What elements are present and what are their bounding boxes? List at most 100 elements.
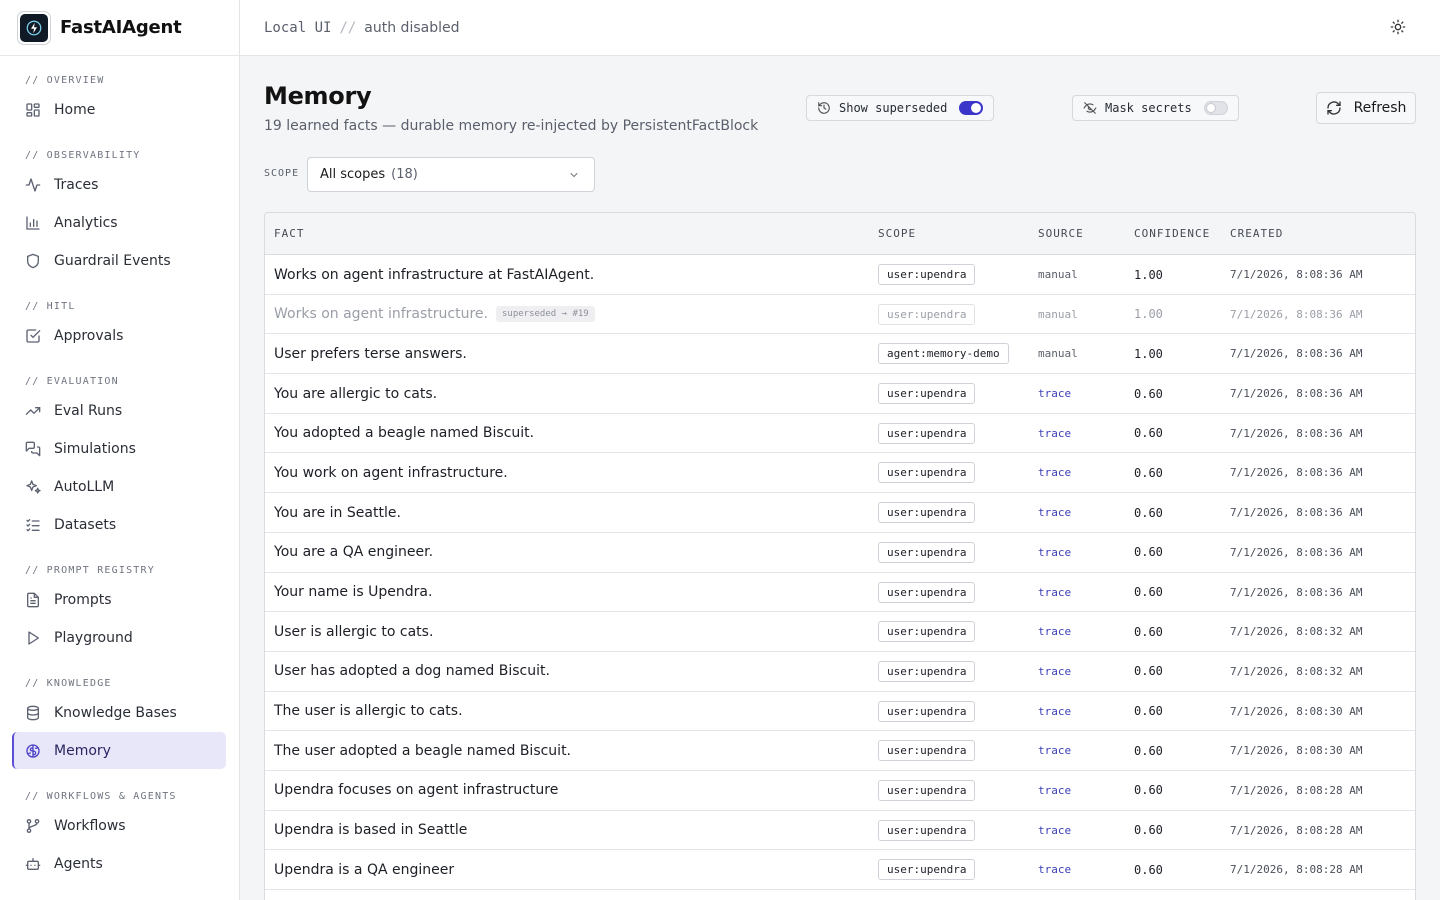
column-scope[interactable]: SCOPE <box>878 213 916 255</box>
table-row[interactable]: Upendra focuses on agent infrastructure u… <box>265 771 1415 811</box>
sparkles-icon <box>25 479 41 495</box>
scope-select[interactable]: All scopes (18) <box>307 157 595 192</box>
table-row[interactable]: The user adopted a beagle named Biscuit.… <box>265 731 1415 771</box>
source-trace-link[interactable]: trace <box>1038 863 1071 876</box>
source-label: manual <box>1038 268 1078 281</box>
scope-cell: user:upendra <box>878 573 976 612</box>
source-trace-link[interactable]: trace <box>1038 586 1071 599</box>
column-fact[interactable]: FACT <box>274 213 305 255</box>
source-cell: trace <box>1038 414 1071 453</box>
fact-cell: You are in Seattle. <box>274 493 401 532</box>
fact-text: Works on agent infrastructure at FastAIA… <box>274 266 595 283</box>
table-row[interactable]: Works on agent infrastructure. superseded… <box>265 295 1415 335</box>
bolt-logo-icon <box>17 10 51 45</box>
trending-up-icon <box>25 403 41 419</box>
sidebar-item-label: Memory <box>54 742 111 759</box>
column-confidence[interactable]: CONFIDENCE <box>1134 213 1210 255</box>
source-trace-link[interactable]: trace <box>1038 427 1071 440</box>
mode-label: Local UI <box>264 19 332 36</box>
source-trace-link[interactable]: trace <box>1038 546 1071 559</box>
source-cell: trace <box>1038 850 1071 889</box>
column-source[interactable]: SOURCE <box>1038 213 1084 255</box>
table-row[interactable]: You are allergic to cats. user:upendra tra… <box>265 374 1415 414</box>
table-row[interactable]: You are a QA engineer. user:upendra trace 0… <box>265 533 1415 573</box>
fact-text: Your name is Upendra. <box>274 584 433 600</box>
sidebar-item-label: Traces <box>54 176 99 193</box>
source-trace-link[interactable]: trace <box>1038 506 1071 519</box>
fact-text: Upendra focuses on agent infrastructure <box>274 782 559 799</box>
sidebar-nav: // OVERVIEW Home // OBSERVABILITY Traces Ana… <box>0 56 239 882</box>
sidebar-item-simulations[interactable]: Simulations <box>12 430 226 467</box>
sidebar-item-datasets[interactable]: Datasets <box>12 506 226 543</box>
confidence-cell: 1.00 <box>1134 346 1163 361</box>
source-trace-link[interactable]: trace <box>1038 387 1071 400</box>
refresh-button[interactable]: Refresh <box>1316 92 1416 124</box>
superseded-badge[interactable]: superseded → #19 <box>496 306 595 323</box>
sidebar-item-memory[interactable]: Memory <box>12 732 226 769</box>
chat-bubbles-icon <box>25 441 41 457</box>
sidebar-item-agents[interactable]: Agents <box>12 845 226 882</box>
shield-icon <box>25 253 41 269</box>
table-row[interactable]: User is allergic to cats. user:upendra tra… <box>265 612 1415 652</box>
created-cell: 7/1/2026, 8:08:36 AM <box>1230 545 1363 559</box>
mask-secrets-toggle[interactable]: Mask secrets <box>1072 95 1239 121</box>
fact-cell: User has adopted a dog named Biscuit. <box>274 652 550 691</box>
source-cell: trace <box>1038 374 1071 413</box>
show-superseded-switch[interactable] <box>959 101 984 115</box>
sun-icon[interactable] <box>1390 19 1408 37</box>
source-trace-link[interactable]: trace <box>1038 705 1071 718</box>
list-check-icon <box>25 517 41 533</box>
sidebar-item-analytics[interactable]: Analytics <box>12 204 226 241</box>
sidebar-item-workflows[interactable]: Workflows <box>12 807 226 844</box>
created-cell: 7/1/2026, 8:08:30 AM <box>1230 704 1363 718</box>
scope-filter-label: SCOPE <box>264 168 300 179</box>
sidebar-item-home[interactable]: Home <box>12 91 226 128</box>
brand[interactable]: FastAIAgent <box>0 0 239 56</box>
table-row[interactable]: Works on agent infrastructure at FastAIA… <box>265 255 1415 295</box>
scope-cell: user:upendra <box>878 533 976 572</box>
sidebar-item-prompts[interactable]: Prompts <box>12 581 226 618</box>
fact-cell: User prefers terse answers. <box>274 334 467 373</box>
source-trace-link[interactable]: trace <box>1038 665 1071 678</box>
scope-cell: user:upendra <box>878 652 976 691</box>
table-row[interactable]: You adopted a beagle named Biscuit. user:… <box>265 414 1415 454</box>
sidebar-item-playground[interactable]: Playground <box>12 619 226 656</box>
table-row[interactable]: Your name is Upendra. user:upendra trace 0.… <box>265 573 1415 613</box>
sidebar-item-eval-runs[interactable]: Eval Runs <box>12 392 226 429</box>
fact-text: User prefers terse answers. <box>274 345 467 362</box>
sidebar-item-guardrail-events[interactable]: Guardrail Events <box>12 242 226 279</box>
table-row[interactable]: You are in Seattle. user:upendra trace 0.60… <box>265 493 1415 533</box>
file-text-icon <box>25 592 41 608</box>
scope-cell: user:upendra <box>878 771 976 810</box>
sidebar-item-approvals[interactable]: Approvals <box>12 317 226 354</box>
mask-secrets-switch[interactable] <box>1203 101 1228 115</box>
source-trace-link[interactable]: trace <box>1038 466 1071 479</box>
created-cell: 7/1/2026, 8:08:36 AM <box>1230 506 1363 520</box>
source-trace-link[interactable]: trace <box>1038 824 1071 837</box>
fact-cell: You are a QA engineer. <box>274 533 433 572</box>
show-superseded-toggle[interactable]: Show superseded <box>806 95 995 121</box>
sidebar-item-traces[interactable]: Traces <box>12 166 226 203</box>
scope-chip: user:upendra <box>878 462 976 484</box>
source-trace-link[interactable]: trace <box>1038 784 1071 797</box>
sidebar-item-knowledge-bases[interactable]: Knowledge Bases <box>12 694 226 731</box>
scope-cell: user:upendra <box>878 295 976 334</box>
nav-section-label: // EVALUATION <box>25 376 119 387</box>
fact-cell: You adopted a beagle named Biscuit. <box>274 414 534 453</box>
source-cell: trace <box>1038 731 1071 770</box>
sidebar-item-autollm[interactable]: AutoLLM <box>12 468 226 505</box>
source-trace-link[interactable]: trace <box>1038 744 1071 757</box>
table-row[interactable]: You work on agent infrastructure. user:up… <box>265 453 1415 494</box>
fact-text: User is allergic to cats. <box>274 623 434 640</box>
scope-chip: user:upendra <box>878 779 976 801</box>
table-row[interactable]: User prefers terse answers. agent:memory-… <box>265 334 1415 375</box>
table-row[interactable]: The user is allergic to cats. user:upendr… <box>265 692 1415 732</box>
fact-cell: Upendra is based in Seattle <box>274 811 467 850</box>
table-row[interactable]: Upendra is based in Seattle user:upendra t… <box>265 811 1415 851</box>
column-created[interactable]: CREATED <box>1230 213 1283 255</box>
source-cell: trace <box>1038 453 1071 492</box>
table-row[interactable]: User has adopted a dog named Biscuit. use… <box>265 652 1415 692</box>
database-icon <box>25 705 41 721</box>
source-trace-link[interactable]: trace <box>1038 625 1071 638</box>
table-row[interactable]: Upendra is a QA engineer user:upendra trac… <box>265 850 1415 890</box>
